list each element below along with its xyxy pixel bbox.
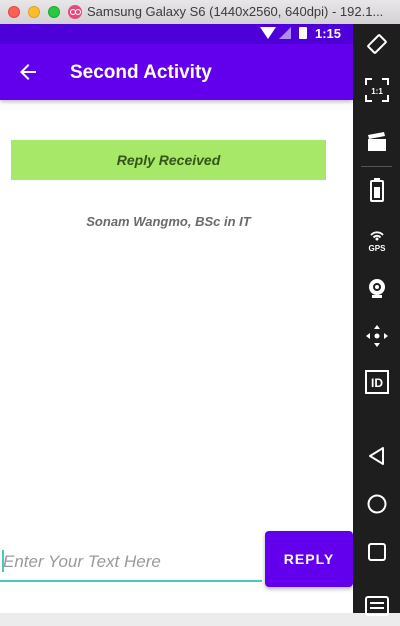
message-input[interactable]: [0, 544, 262, 582]
message-field[interactable]: [0, 544, 262, 584]
scale-label: 1:1: [371, 87, 383, 96]
reply-button[interactable]: REPLY: [265, 531, 353, 587]
app-logo-icon: [68, 5, 82, 19]
screen-record-icon[interactable]: [353, 122, 400, 162]
page-title: Second Activity: [70, 62, 212, 83]
wifi-icon: [260, 27, 276, 39]
menu-icon[interactable]: [353, 586, 400, 626]
app-bar: Second Activity: [0, 44, 353, 100]
phone-screen: 1:15 Second Activity Reply Received Sona…: [0, 24, 353, 613]
battery-status-icon: [299, 27, 307, 39]
scale-icon[interactable]: 1:1: [353, 70, 400, 110]
signal-icon: [279, 27, 291, 39]
window-title: Samsung Galaxy S6 (1440x2560, 640dpi) - …: [87, 4, 384, 19]
overview-icon[interactable]: [353, 532, 400, 572]
gps-label: GPS: [368, 244, 386, 253]
arrow-back-icon[interactable]: [16, 60, 40, 84]
id-icon[interactable]: ID: [353, 362, 400, 402]
home-icon[interactable]: [353, 484, 400, 524]
camera-icon[interactable]: [353, 268, 400, 308]
gps-icon[interactable]: GPS: [353, 220, 400, 260]
text-cursor: [2, 550, 4, 572]
reply-received-header: Reply Received: [11, 140, 326, 180]
back-icon[interactable]: [353, 436, 400, 476]
toolbar-divider: [361, 166, 392, 167]
status-bar: 1:15: [0, 24, 353, 44]
close-window-button[interactable]: [8, 6, 20, 18]
emulator-toolbar: 1:1 GPS ID: [353, 24, 400, 616]
window-titlebar: Samsung Galaxy S6 (1440x2560, 640dpi) - …: [0, 0, 400, 25]
dpad-icon[interactable]: [353, 316, 400, 356]
zoom-window-button[interactable]: [48, 6, 60, 18]
id-label: ID: [371, 376, 383, 390]
minimize-window-button[interactable]: [28, 6, 40, 18]
rotate-icon[interactable]: [353, 24, 400, 64]
status-time: 1:15: [315, 26, 342, 41]
battery-icon[interactable]: [353, 170, 400, 210]
reply-message-text: Sonam Wangmo, BSc in IT: [86, 214, 251, 229]
